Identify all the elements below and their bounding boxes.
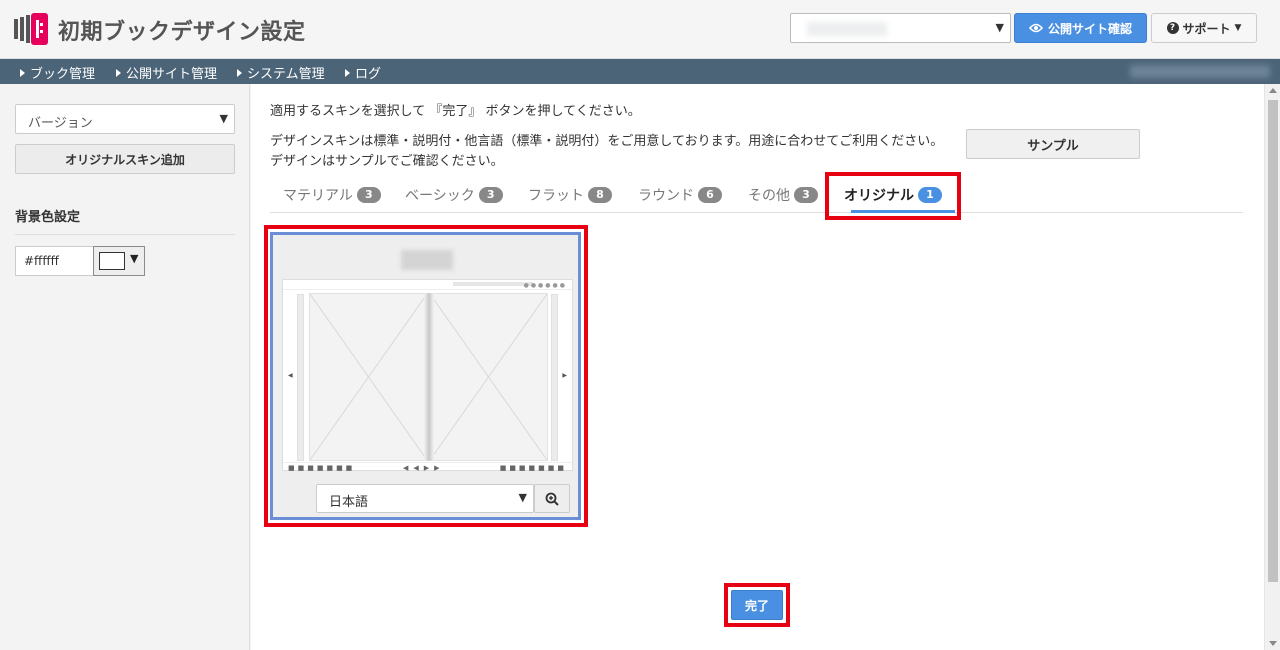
count-badge: 8 <box>588 187 612 203</box>
blurred-user-info <box>1130 65 1270 78</box>
description-text-2: デザインはサンプルでご確認ください。 <box>270 154 504 169</box>
sidebar: バージョン ▼ オリジナルスキン追加 背景色設定 #ffffff ▼ <box>0 84 250 650</box>
scroll-down-icon[interactable] <box>1269 641 1277 646</box>
nav-item-system[interactable]: システム管理 <box>237 63 325 82</box>
chevron-down-icon: ▼ <box>518 491 527 504</box>
count-badge: 3 <box>478 187 503 203</box>
chevron-down-icon: ▼ <box>995 21 1004 34</box>
nav-item-label: システム管理 <box>247 67 325 82</box>
nav-item-label: 公開サイト管理 <box>126 67 218 82</box>
preview-toolbar-bottom: ■■■■■■■ ◀◀▶▶ ■■■■■■■ <box>283 462 572 472</box>
preview-tool-icons-right: ■■■■■■■ <box>499 464 567 472</box>
magnifier-plus-icon <box>545 492 559 506</box>
version-select[interactable]: バージョン ▼ <box>15 104 235 134</box>
skin-tabs: マテリアル 3 ベーシック 3 フラット 8 ラウンド 6 その他 3 オリジナ… <box>270 176 1243 213</box>
public-site-label: 公開サイト確認 <box>1047 21 1132 36</box>
scroll-thumb[interactable] <box>1268 100 1278 582</box>
skin-preview: ●●●●●● ◀ ▶ ■■■■■■■ ◀◀▶▶ ■■■■■■■ <box>282 279 573 472</box>
support-label: サポート <box>1182 21 1231 36</box>
preview-arrow-left-icon: ◀ <box>288 372 293 379</box>
caret-right-icon <box>345 68 350 77</box>
caret-down-icon: ▼ <box>130 252 139 265</box>
preview-toolbar-top: ●●●●●● <box>283 280 572 290</box>
nav-item-label: ログ <box>355 67 382 82</box>
main-content: 適用するスキンを選択して 『完了』 ボタンを押してください。 デザインスキンは標… <box>251 84 1264 650</box>
book-logo-icon <box>14 13 48 45</box>
bg-color-title: 背景色設定 <box>15 210 81 225</box>
preview-arrow-right-icon: ▶ <box>562 372 567 379</box>
question-circle-icon: ? <box>1166 22 1179 34</box>
description-text: デザインスキンは標準・説明付・他言語（標準・説明付）をご用意しております。用途に… <box>270 134 944 149</box>
eye-icon <box>1028 23 1043 33</box>
support-button[interactable]: ? サポート ▼ <box>1151 13 1257 43</box>
tab-basic[interactable]: ベーシック 3 <box>405 182 503 208</box>
tab-label: マテリアル <box>283 188 353 204</box>
tab-label: ベーシック <box>405 188 475 204</box>
preview-side-bar-right <box>551 294 558 461</box>
add-original-skin-button[interactable]: オリジナルスキン追加 <box>15 144 235 174</box>
preview-pages <box>309 293 548 461</box>
tab-label: ラウンド <box>638 188 694 204</box>
blurred-book-name <box>807 22 887 36</box>
page-title: 初期ブックデザイン設定 <box>58 20 306 45</box>
preview-page-right <box>429 293 548 461</box>
highlight-box-tab <box>825 172 961 220</box>
blurred-skin-title <box>401 250 453 270</box>
version-label: バージョン <box>28 116 93 131</box>
caret-right-icon <box>116 68 121 77</box>
bg-color-input[interactable]: #ffffff <box>15 246 93 276</box>
book-select[interactable]: ▼ <box>790 13 1011 43</box>
nav-item-book[interactable]: ブック管理 <box>20 63 95 82</box>
tab-label: フラット <box>528 188 584 204</box>
caret-right-icon <box>237 68 242 77</box>
count-badge: 3 <box>794 187 818 203</box>
tab-label: その他 <box>748 188 790 204</box>
caret-right-icon <box>20 68 25 77</box>
preview-nav-icons: ◀◀▶▶ <box>403 464 445 472</box>
tab-other[interactable]: その他 3 <box>748 182 818 208</box>
preview-icons: ●●●●●● <box>523 282 567 289</box>
nav-item-public-site[interactable]: 公開サイト管理 <box>116 63 217 82</box>
count-badge: 3 <box>356 187 381 203</box>
preview-tool-icons: ■■■■■■■ <box>288 464 356 472</box>
main-nav: ブック管理 公開サイト管理 システム管理 ログ <box>0 59 1280 84</box>
count-badge: 6 <box>698 187 722 203</box>
preview-side-bar-left <box>297 294 304 461</box>
preview-spine <box>424 293 434 461</box>
tab-flat[interactable]: フラット 8 <box>528 182 612 208</box>
tab-material[interactable]: マテリアル 3 <box>283 182 381 208</box>
sample-button[interactable]: サンプル <box>966 129 1140 159</box>
chevron-down-icon: ▼ <box>219 112 228 125</box>
tab-round[interactable]: ラウンド 6 <box>638 182 722 208</box>
public-site-button[interactable]: 公開サイト確認 <box>1014 13 1147 43</box>
color-picker-button[interactable]: ▼ <box>93 246 145 276</box>
language-label: 日本語 <box>329 495 369 510</box>
language-select[interactable]: 日本語 ▼ <box>316 484 534 513</box>
preview-page-left <box>309 293 428 461</box>
zoom-button[interactable] <box>534 484 570 513</box>
header: 初期ブックデザイン設定 ▼ 公開サイト確認 ? サポート ▼ <box>0 0 1280 59</box>
color-swatch <box>99 252 125 270</box>
divider <box>15 234 235 235</box>
scrollbar[interactable] <box>1264 84 1280 650</box>
nav-item-label: ブック管理 <box>30 67 96 82</box>
preview-text-placeholder <box>453 282 533 286</box>
instruction-text: 適用するスキンを選択して 『完了』 ボタンを押してください。 <box>270 104 641 119</box>
caret-down-icon: ▼ <box>1234 23 1242 33</box>
done-button[interactable]: 完了 <box>731 590 783 620</box>
nav-item-log[interactable]: ログ <box>345 63 381 82</box>
skin-card[interactable]: ●●●●●● ◀ ▶ ■■■■■■■ ◀◀▶▶ ■■■■■■■ 日本語 ▼ <box>270 232 581 520</box>
scroll-up-icon[interactable] <box>1269 88 1277 93</box>
